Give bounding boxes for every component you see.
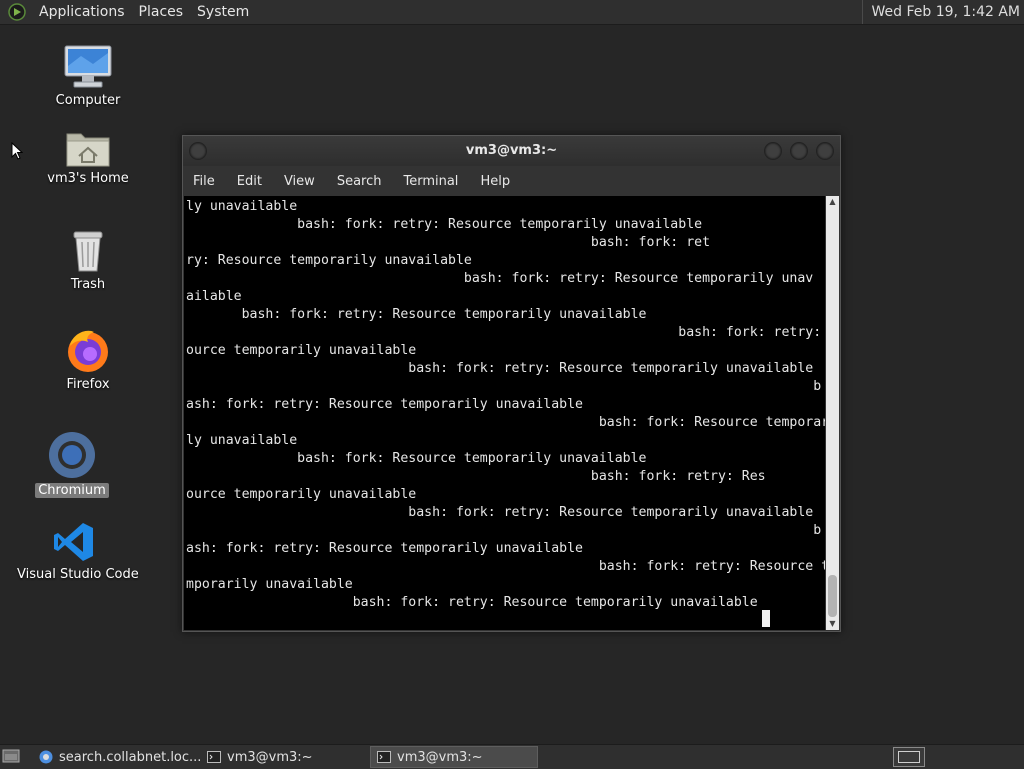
menu-file[interactable]: File [183, 174, 226, 189]
terminal-line: bash: fork: retry: Resource temporarily … [186, 361, 814, 376]
chromium-icon [49, 432, 95, 478]
home-folder-icon [66, 133, 110, 167]
taskbar-item-label: vm3@vm3:~ [397, 749, 483, 765]
menu-terminal[interactable]: Terminal [392, 174, 469, 189]
terminal-line: bash: fork: retry: Resource temporarily … [186, 307, 647, 322]
terminal-line: mporarily unavailable [186, 577, 353, 592]
desktop-icon-label: Chromium [35, 483, 109, 498]
maximize-button[interactable] [790, 142, 808, 160]
text-cursor [762, 610, 770, 627]
terminal-line: bash: fork: retry: Resource temporarily … [186, 217, 703, 232]
system-menu[interactable]: System [190, 4, 256, 20]
taskbar-item-label: vm3@vm3:~ [227, 749, 313, 765]
terminal-line: b [186, 379, 822, 394]
chromium-icon [39, 750, 53, 764]
vscode-icon [54, 523, 93, 561]
desktop-icon-computer[interactable]: Computer [48, 44, 128, 108]
terminal-line: bash: fork: Resource temporarily unavail… [186, 451, 647, 466]
terminal-line: bash: fork: ret [186, 235, 711, 250]
desktop-icon-label: Firefox [66, 377, 110, 392]
terminal-icon [207, 751, 221, 763]
firefox-icon [68, 330, 108, 372]
trash-icon [73, 231, 103, 272]
workspace-thumbnail [898, 751, 920, 763]
terminal-line: ash: fork: retry: Resource temporarily u… [186, 541, 583, 556]
terminal-line: bash: fork: retry: Resource temporarily … [186, 505, 814, 520]
distro-logo-icon[interactable] [8, 3, 26, 21]
terminal-line: ly unavailable [186, 199, 298, 214]
terminal-line: ource temporarily unavailable [186, 343, 417, 358]
mouse-pointer-icon [11, 142, 23, 160]
terminal-output[interactable]: ly unavailable bash: fork: retry: Resour… [184, 196, 825, 630]
taskbar-item-label: search.collabnet.loc... [59, 749, 201, 765]
scroll-up-arrow-icon[interactable]: ▲ [826, 196, 839, 208]
scroll-down-arrow-icon[interactable]: ▼ [826, 618, 839, 630]
desktop-icon-label: Visual Studio Code [17, 567, 139, 582]
terminal-line: ly unavailable [186, 433, 298, 448]
taskbar-item-browser[interactable]: search.collabnet.loc... [33, 746, 201, 768]
desktop-icon-firefox[interactable]: Firefox [48, 326, 128, 392]
applications-menu[interactable]: Applications [32, 4, 132, 20]
desktop-icon-label: Computer [55, 93, 121, 108]
taskbar-item-terminal[interactable]: vm3@vm3:~ [201, 746, 368, 768]
terminal-window[interactable]: vm3@vm3:~ File Edit View Search Terminal… [182, 135, 841, 632]
menu-edit[interactable]: Edit [226, 174, 273, 189]
terminal-line: ry: Resource temporarily unavailable [186, 253, 472, 268]
desktop-icon-vscode[interactable]: Visual Studio Code [14, 520, 139, 582]
window-title: vm3@vm3:~ [465, 143, 558, 158]
show-desktop-icon[interactable] [2, 748, 20, 764]
desktop-icon-home[interactable]: vm3's Home [38, 128, 138, 186]
top-panel: Applications Places System Wed Feb 19, 1… [0, 0, 1024, 25]
window-titlebar[interactable]: vm3@vm3:~ [183, 136, 840, 166]
menu-search[interactable]: Search [326, 174, 393, 189]
places-menu[interactable]: Places [132, 4, 191, 20]
terminal-line: ource temporarily unavailable [186, 487, 417, 502]
desktop-icon-label: vm3's Home [47, 171, 129, 186]
minimize-button[interactable] [764, 142, 782, 160]
terminal-line: bash: fork: retry: Resource temporarily … [186, 595, 758, 610]
computer-icon [64, 45, 112, 88]
desktop-icon-chromium[interactable]: Chromium [32, 430, 112, 498]
terminal-line: ash: fork: retry: Resource temporarily u… [186, 397, 583, 412]
terminal-line: b [186, 523, 822, 538]
terminal-icon [377, 751, 391, 763]
terminal-line: bash: fork: Resource temporari [186, 415, 825, 430]
terminal-line: bash: fork: retry: Resource temporarily … [186, 271, 814, 286]
menu-view[interactable]: View [273, 174, 326, 189]
desktop-icon-label: Trash [70, 277, 106, 292]
terminal-line: ailable [186, 289, 242, 304]
terminal-line: bash: fork: retry: Res [186, 469, 766, 484]
close-button[interactable] [816, 142, 834, 160]
menu-help[interactable]: Help [469, 174, 521, 189]
scrollbar-thumb[interactable] [828, 575, 837, 617]
clock[interactable]: Wed Feb 19, 1:42 AM [861, 0, 1020, 24]
taskbar-item-terminal-active[interactable]: vm3@vm3:~ [370, 746, 538, 768]
terminal-line: bash: fork: retry: Resource te [186, 559, 825, 574]
desktop-icon-trash[interactable]: Trash [48, 228, 128, 292]
vertical-scrollbar[interactable]: ▲ ▼ [826, 196, 839, 630]
workspace-switcher[interactable] [893, 747, 925, 767]
bottom-panel: search.collabnet.loc... vm3@vm3:~ vm3@vm… [0, 744, 1024, 769]
terminal-line: bash: fork: retry: Res [186, 325, 825, 340]
terminal-menubar: File Edit View Search Terminal Help [183, 167, 840, 195]
